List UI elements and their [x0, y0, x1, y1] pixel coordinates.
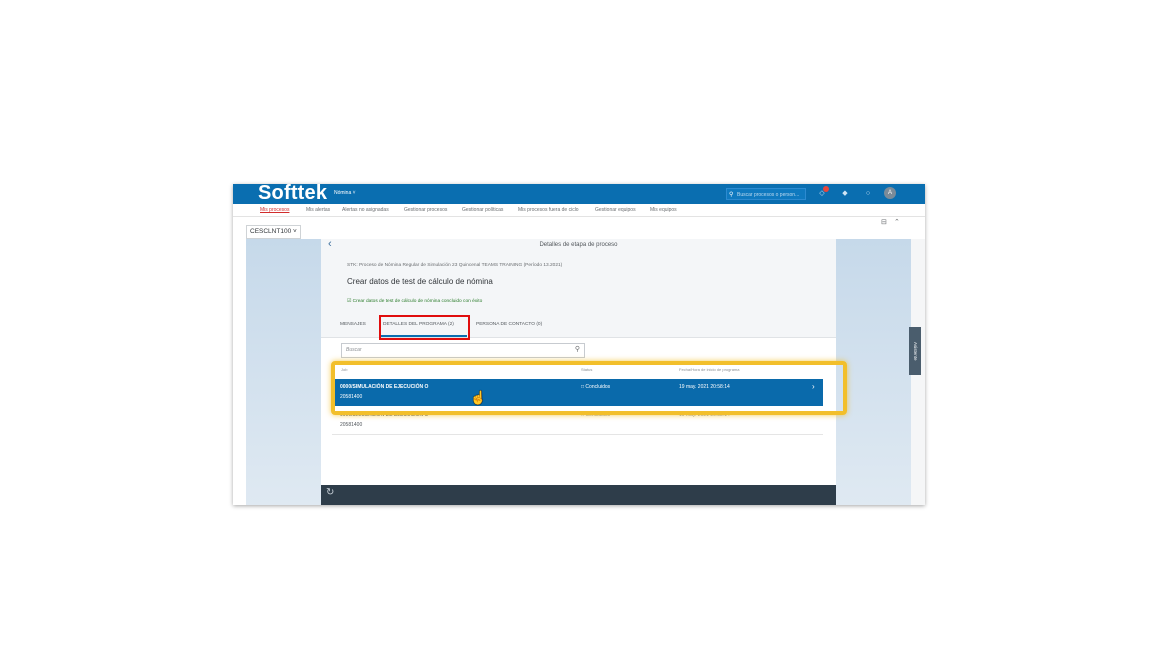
search-placeholder: Buscar — [346, 347, 362, 353]
magnifier-icon[interactable]: ⚲ — [575, 345, 580, 353]
softtek-logo[interactable]: Softtek — [258, 184, 327, 205]
refresh-icon[interactable]: ↻ — [326, 487, 334, 498]
table-search-input[interactable]: Buscar ⚲ — [341, 343, 585, 358]
card-footer: ↻ — [321, 485, 836, 505]
top-navigation: Mis procesos Mis alertas Alertas no asig… — [233, 204, 925, 217]
status-text: Crear datos de test de cálculo de nómina… — [352, 299, 483, 304]
nav-alertas-no-asignadas[interactable]: Alertas no asignadas — [342, 207, 389, 213]
check-icon: ☑ — [347, 299, 352, 304]
tab-highlight-annotation — [379, 315, 470, 340]
search-icon: ⚲ — [729, 192, 734, 198]
global-search-placeholder: Buscar procesos o person... — [737, 192, 800, 198]
expand-icon[interactable]: ⊟ — [881, 218, 887, 226]
tab-mensajes[interactable]: MENSAJES — [340, 322, 366, 327]
help-icon[interactable]: ◆ — [840, 188, 850, 199]
nav-mis-procesos[interactable]: Mis procesos — [260, 207, 289, 213]
module-dropdown[interactable]: Nómina ˅ — [334, 190, 356, 196]
user-avatar[interactable]: A — [884, 187, 896, 199]
card-title: Detalles de etapa de proceso — [539, 242, 618, 248]
process-name: STK: Proceso de Nómina Regular de Simula… — [347, 263, 563, 268]
notification-badge — [823, 186, 829, 192]
collapse-icon[interactable]: ⌃ — [894, 218, 900, 226]
nav-procesos-fuera-de-ciclo[interactable]: Mis procesos fuera de ciclo — [518, 207, 579, 213]
status-message: ☑ Crear datos de test de cálculo de nómi… — [347, 299, 482, 304]
system-dropdown[interactable]: CESCLNT100 ˅ — [246, 225, 301, 239]
assistant-side-tab[interactable]: Asistente — [909, 327, 921, 375]
global-search-input[interactable]: ⚲ Buscar procesos o person... — [726, 188, 806, 200]
nav-gestionar-equipos[interactable]: Gestionar equipos — [595, 207, 636, 213]
nav-mis-alertas[interactable]: Mis alertas — [306, 207, 330, 213]
row-subtitle: 20581400 — [340, 422, 363, 428]
bell-icon[interactable]: ○ — [863, 188, 873, 199]
row-highlight-annotation — [331, 361, 847, 415]
tab-persona-de-contacto[interactable]: PERSONA DE CONTACTO (0) — [476, 322, 542, 327]
sub-toolbar — [233, 217, 925, 237]
app-window: Softtek Nómina ˅ ⚲ Buscar procesos o per… — [233, 184, 925, 505]
nav-mis-equipos[interactable]: Mis equipos — [650, 207, 677, 213]
hand-cursor-icon: ☝ — [470, 390, 487, 405]
shell-bar: Softtek Nómina ˅ ⚲ Buscar procesos o per… — [233, 184, 925, 204]
nav-gestionar-procesos[interactable]: Gestionar procesos — [404, 207, 447, 213]
step-title: Crear datos de test de cálculo de nómina — [347, 277, 493, 286]
nav-gestionar-politicas[interactable]: Gestionar políticas — [462, 207, 503, 213]
